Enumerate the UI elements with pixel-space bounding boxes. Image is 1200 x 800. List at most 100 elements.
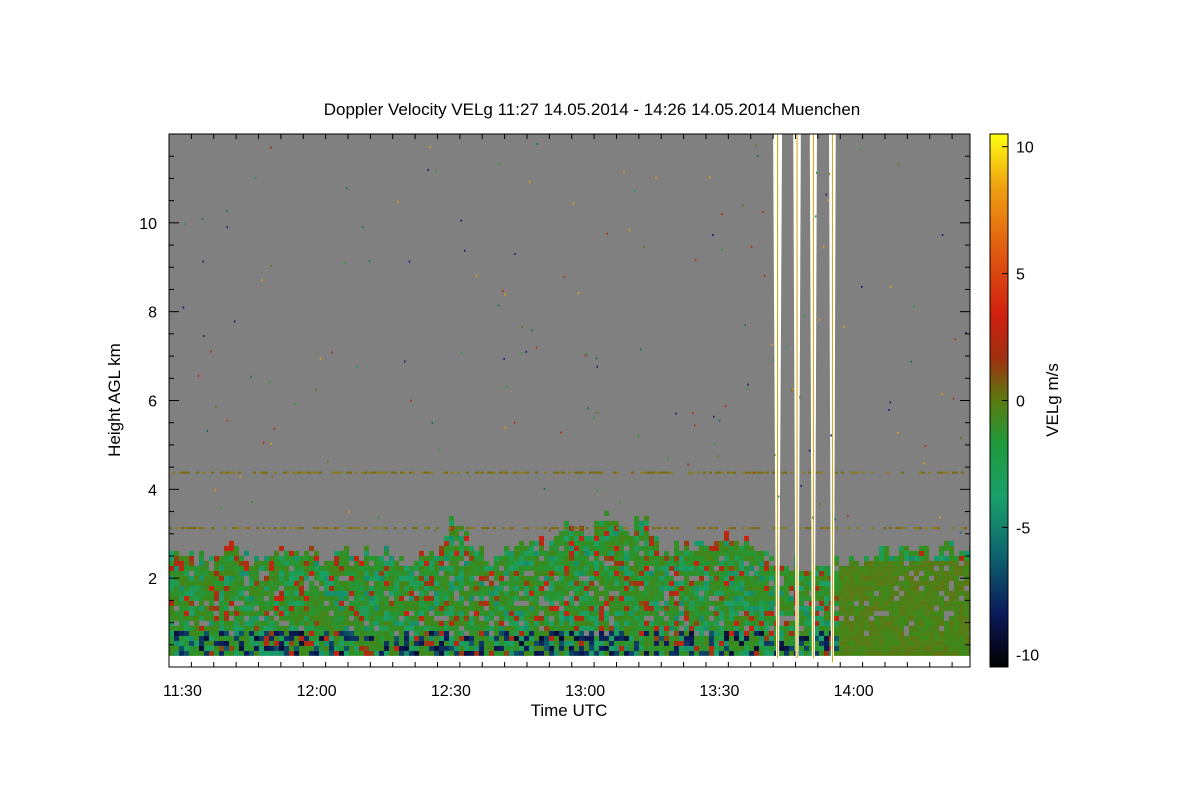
heatmap-cell: [964, 570, 969, 576]
heatmap-cell: [769, 600, 774, 606]
heatmap-cell: [524, 635, 529, 641]
heatmap-cell: [679, 585, 684, 591]
heatmap-cell: [759, 575, 764, 581]
noise-speck: [939, 516, 941, 519]
heatmap-cell: [694, 570, 699, 576]
heatmap-cell: [229, 625, 234, 631]
heatmap-cell: [619, 595, 624, 601]
heatmap-cell: [684, 575, 689, 581]
heatmap-cell: [834, 615, 839, 621]
noise-speck: [941, 234, 944, 237]
elevated-layer-cell: [502, 471, 505, 474]
heatmap-cell: [879, 650, 884, 656]
heatmap-cell: [449, 650, 454, 656]
heatmap-cell: [749, 580, 754, 586]
heatmap-cell: [674, 640, 679, 646]
heatmap-cell: [559, 625, 564, 631]
heatmap-cell: [434, 560, 439, 566]
heatmap-cell: [359, 630, 364, 636]
heatmap-cell: [654, 615, 659, 621]
heatmap-cell: [594, 575, 599, 581]
heatmap-cell: [744, 640, 749, 646]
heatmap-cell: [339, 620, 344, 626]
heatmap-cell: [934, 635, 939, 641]
heatmap-cell: [699, 585, 704, 591]
elevated-layer-cell: [316, 527, 319, 530]
heatmap-cell: [439, 600, 444, 606]
elevated-layer-cell: [424, 471, 427, 474]
heatmap-cell: [784, 590, 789, 596]
heatmap-cell: [934, 595, 939, 601]
heatmap-cell: [179, 630, 184, 636]
heatmap-cell: [224, 595, 229, 601]
heatmap-cell: [184, 580, 189, 586]
heatmap-cell: [484, 590, 489, 596]
heatmap-cell: [389, 590, 394, 596]
heatmap-cell: [289, 585, 294, 591]
heatmap-cell: [919, 580, 924, 586]
elevated-layer-cell: [709, 471, 712, 474]
elevated-layer-cell: [757, 471, 760, 474]
heatmap-cell: [489, 580, 494, 586]
heatmap-cell: [759, 595, 764, 601]
heatmap-cell: [519, 610, 524, 616]
elevated-layer-cell: [955, 471, 958, 474]
heatmap-cell: [599, 545, 604, 551]
heatmap-cell: [899, 585, 904, 591]
heatmap-cell: [234, 595, 239, 601]
heatmap-cell: [504, 615, 509, 621]
heatmap-cell: [659, 630, 664, 636]
elevated-layer-cell: [898, 527, 901, 530]
noise-speck: [410, 399, 412, 402]
heatmap-cell: [879, 580, 884, 586]
heatmap-cell: [294, 550, 299, 556]
heatmap-cell: [874, 585, 879, 591]
heatmap-cell: [214, 635, 219, 641]
heatmap-cell: [559, 540, 564, 546]
heatmap-cell: [869, 565, 874, 571]
heatmap-cell: [964, 565, 969, 571]
elevated-layer-cell: [934, 527, 937, 530]
elevated-layer-cell: [421, 471, 424, 474]
heatmap-cell: [419, 565, 424, 571]
heatmap-cell: [294, 565, 299, 571]
elevated-layer-cell: [673, 527, 676, 530]
heatmap-cell: [689, 560, 694, 566]
heatmap-cell: [479, 645, 484, 651]
heatmap-cell: [419, 570, 424, 576]
heatmap-cell: [619, 650, 624, 656]
heatmap-cell: [274, 555, 279, 561]
heatmap-cell: [599, 645, 604, 651]
heatmap-cell: [589, 650, 594, 656]
heatmap-cell: [374, 585, 379, 591]
noise-speck: [640, 348, 642, 351]
elevated-layer-cell: [961, 471, 964, 474]
heatmap-cell: [294, 555, 299, 561]
heatmap-cell: [389, 555, 394, 561]
heatmap-cell: [574, 640, 579, 646]
heatmap-cell: [544, 640, 549, 646]
elevated-layer-cell: [514, 471, 517, 474]
heatmap-cell: [924, 640, 929, 646]
heatmap-cell: [359, 620, 364, 626]
heatmap-cell: [674, 565, 679, 571]
noise-speck: [460, 219, 462, 222]
heatmap-cell: [344, 585, 349, 591]
heatmap-cell: [334, 605, 339, 611]
heatmap-cell: [909, 565, 914, 571]
heatmap-cell: [194, 630, 199, 636]
y-tick-label: 8: [148, 305, 157, 322]
heatmap-cell: [509, 635, 514, 641]
heatmap-cell: [304, 565, 309, 571]
heatmap-cell: [364, 545, 369, 551]
elevated-layer-cell: [655, 471, 658, 474]
heatmap-cell: [244, 625, 249, 631]
noise-speck: [521, 326, 523, 329]
heatmap-cell: [494, 645, 499, 651]
heatmap-cell: [804, 640, 809, 646]
noise-speck: [822, 246, 825, 249]
noise-speck: [712, 233, 714, 236]
heatmap-cell: [334, 600, 339, 606]
heatmap-cell: [864, 560, 869, 566]
heatmap-cell: [579, 635, 584, 641]
